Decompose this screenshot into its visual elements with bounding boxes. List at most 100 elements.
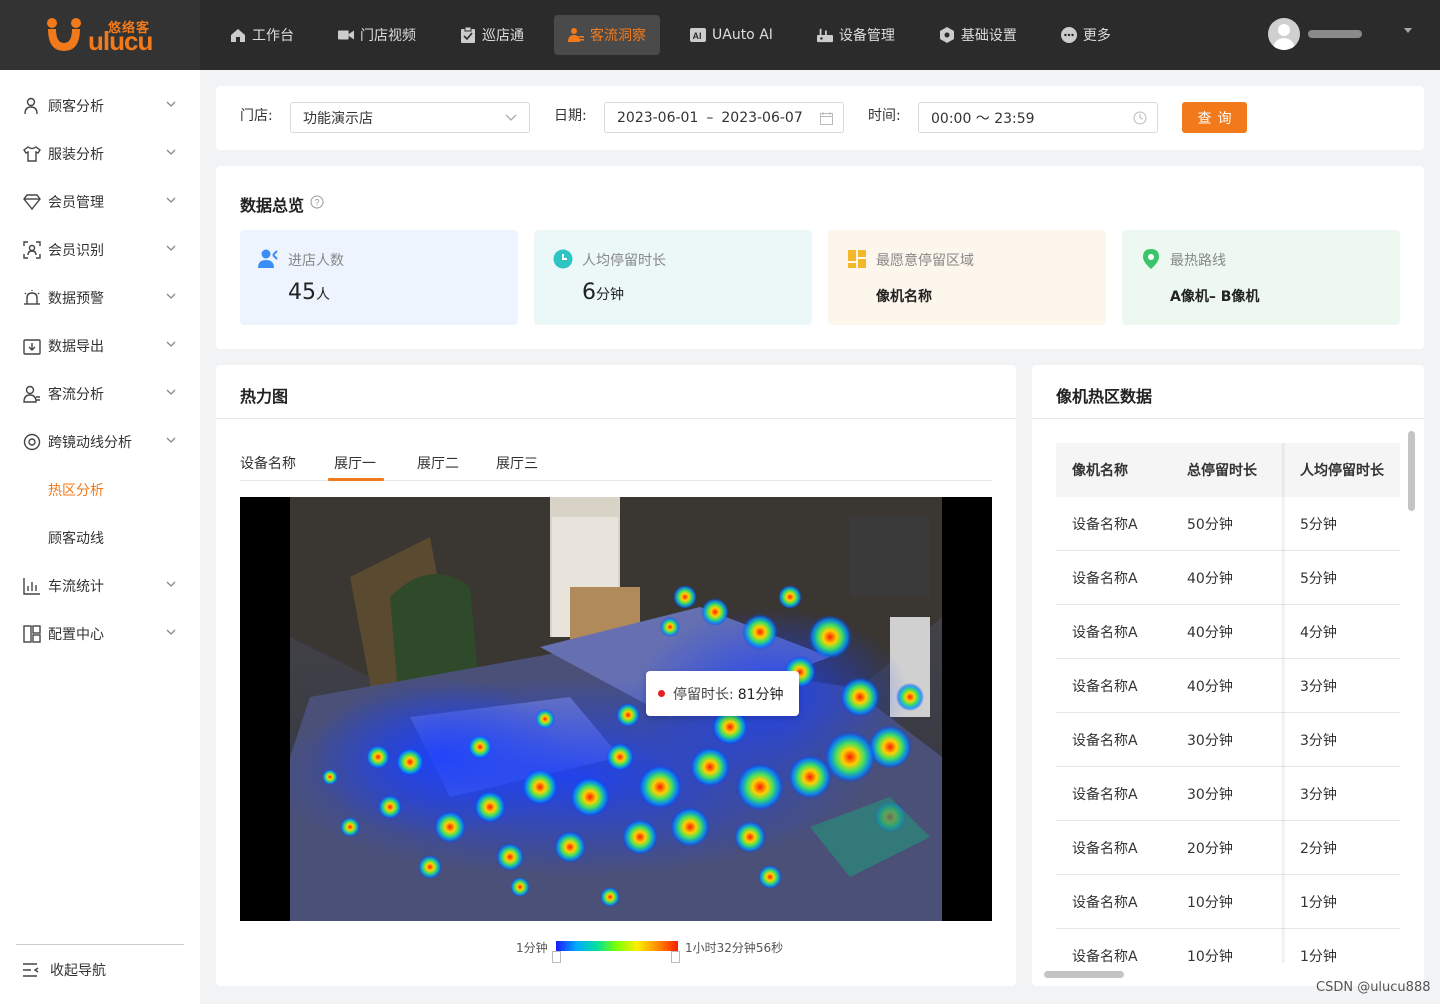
route-icon <box>1140 248 1162 270</box>
chevron-down-icon <box>166 197 176 203</box>
nav-item-basic-settings[interactable]: 基础设置 <box>925 15 1031 55</box>
stat-card-avg-stay: 人均停留时长 6分钟 <box>534 230 812 325</box>
time-range-picker[interactable]: 00:00 ～ 23:59 <box>918 102 1158 133</box>
table-cell: 3分钟 <box>1300 787 1337 803</box>
sidebar-divider <box>16 944 184 945</box>
table-cell: 设备名称A <box>1072 625 1138 641</box>
chevron-down-icon <box>166 293 176 299</box>
sidebar-item-data-alert[interactable]: 数据预警 <box>0 274 200 322</box>
sidebar-item-label: 会员识别 <box>48 243 104 259</box>
nav-item-traffic-insight[interactable]: 客流洞察 <box>554 15 660 55</box>
column-header[interactable]: 人均停留时长 <box>1300 443 1384 497</box>
store-select[interactable]: 功能演示店 <box>290 102 530 133</box>
date-label: 日期: <box>554 108 587 124</box>
nav-item-store-video[interactable]: 门店视频 <box>324 15 430 55</box>
table-cell: 10分钟 <box>1187 895 1233 911</box>
sidebar-subitem-customer-route[interactable]: 顾客动线 <box>48 514 104 562</box>
chevron-down-icon <box>166 149 176 155</box>
camera-heatmap-image <box>290 497 942 921</box>
sidebar-item-member-recognition[interactable]: 会员识别 <box>0 226 200 274</box>
table-cell: 40分钟 <box>1187 571 1233 587</box>
column-header[interactable]: 像机名称 <box>1072 443 1128 497</box>
help-icon[interactable]: ? <box>310 195 324 209</box>
brand-en: ulucu <box>88 26 153 56</box>
sidebar-item-config-center[interactable]: 配置中心 <box>0 610 200 658</box>
table-cell: 设备名称A <box>1072 517 1138 533</box>
chevron-down-icon <box>166 437 176 443</box>
store-select-value: 功能演示店 <box>303 110 373 127</box>
camera-table: 像机名称 总停留时长 人均停留时长 设备名称A 50分钟 5分钟 设备名称A 40分钟 5… <box>1056 443 1400 963</box>
collapse-nav-label: 收起导航 <box>50 963 106 979</box>
vertical-scrollbar[interactable] <box>1408 431 1415 511</box>
user-menu[interactable] <box>1268 18 1412 50</box>
tooltip-value: 81分钟 <box>737 686 784 703</box>
tab-hall-2[interactable]: 展厅二 <box>417 453 459 473</box>
stat-label: 最热路线 <box>1170 253 1226 269</box>
table-cell: 5分钟 <box>1300 571 1337 587</box>
table-cell: 设备名称A <box>1072 733 1138 749</box>
table-row: 设备名称A 10分钟 1分钟 <box>1056 929 1400 963</box>
clock-icon <box>552 248 574 270</box>
camera-table-title: 像机热区数据 <box>1056 387 1153 406</box>
stat-value: A像机– B像机 <box>1170 289 1260 305</box>
tab-hall-1[interactable]: 展厅一 <box>334 453 376 473</box>
nav-item-device-management[interactable]: 设备管理 <box>803 15 909 55</box>
sidebar-item-data-export[interactable]: 数据导出 <box>0 322 200 370</box>
date-start: 2023-06-01 <box>617 109 699 126</box>
tooltip-label: 停留时长: <box>673 686 734 703</box>
sidebar-item-label: 数据导出 <box>48 339 104 355</box>
nav-item-uauto-ai[interactable]: AI UAuto AI <box>676 15 787 55</box>
sidebar-item-customer-analysis[interactable]: 顾客分析 <box>0 82 200 130</box>
nav-label: 巡店通 <box>482 28 524 44</box>
sidebar-item-label: 配置中心 <box>48 627 104 643</box>
horizontal-scrollbar[interactable] <box>1044 971 1124 978</box>
sidebar-item-apparel-analysis[interactable]: 服装分析 <box>0 130 200 178</box>
svg-text:?: ? <box>315 198 320 208</box>
collapse-nav-button[interactable]: 收起导航 <box>22 960 106 980</box>
sidebar-item-label: 数据预警 <box>48 291 104 307</box>
legend-max-handle[interactable] <box>671 951 680 963</box>
sidebar-item-traffic-analysis[interactable]: 客流分析 <box>0 370 200 418</box>
settings-icon <box>939 27 955 43</box>
stat-value: 45人 <box>288 280 330 305</box>
nav-label: UAuto AI <box>712 27 773 43</box>
heatmap-viewer[interactable]: 停留时长: 81分钟 <box>240 497 992 921</box>
date-end: 2023-06-07 <box>721 109 803 126</box>
sidebar-subitem-heat-zone[interactable]: 热区分析 <box>48 466 104 514</box>
table-cell: 20分钟 <box>1187 841 1233 857</box>
table-row: 设备名称A 50分钟 5分钟 <box>1056 497 1400 551</box>
legend-min-handle[interactable] <box>552 951 561 963</box>
device-icon <box>816 27 833 43</box>
clock-icon <box>1133 111 1147 125</box>
calendar-icon <box>820 112 833 125</box>
column-header[interactable]: 总停留时长 <box>1187 443 1257 497</box>
brand-logo[interactable]: 悠络客 ulucu <box>0 0 200 70</box>
video-icon <box>338 27 354 43</box>
nav-label: 更多 <box>1082 28 1111 44</box>
stat-label: 进店人数 <box>288 253 344 269</box>
time-label: 时间: <box>868 108 901 124</box>
table-header: 像机名称 总停留时长 人均停留时长 <box>1056 443 1400 497</box>
sidebar-item-label: 车流统计 <box>48 579 104 595</box>
stat-card-favorite-area: 最愿意停留区域 像机名称 <box>828 230 1106 325</box>
nav-item-workbench[interactable]: 工作台 <box>216 15 308 55</box>
query-button[interactable]: 查询 <box>1182 102 1247 133</box>
legend-max-label: 1小时32分钟56秒 <box>685 941 784 955</box>
table-row: 设备名称A 30分钟 3分钟 <box>1056 767 1400 821</box>
tab-hall-3[interactable]: 展厅三 <box>496 453 538 473</box>
avatar[interactable] <box>1268 18 1300 50</box>
sidebar-item-cross-camera-route[interactable]: 跨镜动线分析 <box>0 418 200 466</box>
date-range-picker[interactable]: 2023-06-01 – 2023-06-07 <box>604 102 844 133</box>
sidebar-item-member-management[interactable]: 会员管理 <box>0 178 200 226</box>
nav-item-more[interactable]: 更多 <box>1047 15 1125 55</box>
overview-panel: 数据总览 ? 进店人数 45人 人均停留时长 6分钟 最愿意停留区域 像机名称 … <box>216 166 1424 349</box>
chevron-down-icon[interactable] <box>1404 28 1412 33</box>
sidebar-item-label: 服装分析 <box>48 147 104 163</box>
clipboard-icon <box>460 27 476 43</box>
layout-icon <box>22 624 42 644</box>
nav-item-patrol[interactable]: 巡店通 <box>446 15 538 55</box>
divider <box>1032 418 1424 419</box>
table-cell: 设备名称A <box>1072 571 1138 587</box>
table-cell: 2分钟 <box>1300 841 1337 857</box>
sidebar-item-vehicle-stats[interactable]: 车流统计 <box>0 562 200 610</box>
